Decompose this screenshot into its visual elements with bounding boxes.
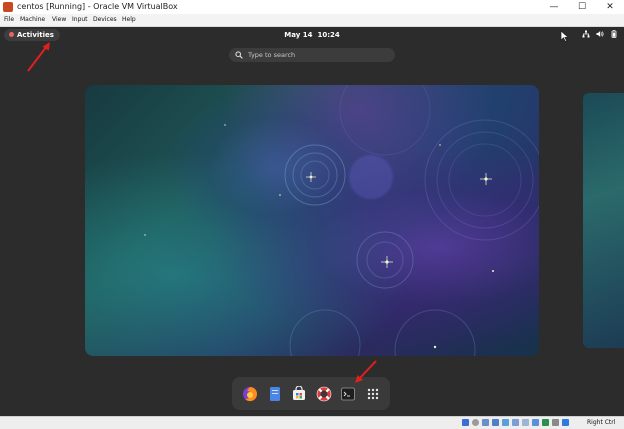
menu-machine[interactable]: Machine <box>20 14 45 26</box>
menu-input[interactable]: Input <box>72 14 88 26</box>
shared-folders-icon[interactable] <box>512 419 519 426</box>
recording-icon[interactable] <box>532 419 539 426</box>
host-key-label: Right Ctrl <box>587 419 616 426</box>
wallpaper-art <box>144 85 539 356</box>
firefox-icon[interactable] <box>242 386 258 402</box>
clock[interactable]: May 14 10:24 <box>0 29 624 41</box>
menu-file[interactable]: File <box>4 14 14 26</box>
window-title-bar: centos [Running] - Oracle VM VirtualBox … <box>0 0 624 14</box>
optical-drive-icon[interactable] <box>472 419 479 426</box>
keyboard-capture-icon[interactable] <box>562 419 569 426</box>
volume-icon <box>596 31 604 37</box>
close-button[interactable]: ✕ <box>596 0 624 14</box>
workspace-thumbnail[interactable] <box>85 85 539 356</box>
app-grid-icon[interactable] <box>365 386 381 402</box>
mouse-integration-icon[interactable] <box>552 419 559 426</box>
audio-icon[interactable] <box>482 419 489 426</box>
guest-desktop: Activities May 14 10:24 <box>0 27 624 416</box>
search-input[interactable] <box>248 48 388 62</box>
usb-icon[interactable] <box>502 419 509 426</box>
vbox-device-indicators[interactable] <box>462 419 569 427</box>
window-title: centos [Running] - Oracle VM VirtualBox <box>17 2 178 11</box>
next-workspace-thumbnail[interactable] <box>583 93 624 348</box>
files-icon[interactable] <box>267 386 283 402</box>
display-icon[interactable] <box>522 419 529 426</box>
maximize-button[interactable]: ☐ <box>568 0 596 14</box>
menu-help[interactable]: Help <box>122 14 136 26</box>
terminal-icon[interactable] <box>340 386 356 402</box>
mouse-cursor-icon <box>560 30 569 42</box>
search-icon <box>235 51 243 59</box>
software-icon[interactable] <box>291 386 307 402</box>
search-field[interactable] <box>229 48 395 62</box>
clock-time: 10:24 <box>317 31 340 39</box>
hard-disk-icon[interactable] <box>462 419 469 426</box>
vbox-status-bar: Right Ctrl <box>0 416 624 429</box>
battery-icon <box>611 30 617 38</box>
virtualization-icon[interactable] <box>542 419 549 426</box>
minimize-button[interactable]: — <box>540 0 568 14</box>
help-icon[interactable] <box>316 386 332 402</box>
clock-date: May 14 <box>284 31 313 39</box>
menu-view[interactable]: View <box>52 14 66 26</box>
menu-devices[interactable]: Devices <box>93 14 117 26</box>
network-adapter-icon[interactable] <box>492 419 499 426</box>
vbox-menu-bar: File Machine View Input Devices Help <box>0 14 624 27</box>
annotation-arrow-terminal <box>355 360 377 383</box>
virtualbox-app-icon <box>3 2 13 12</box>
network-icon <box>582 30 590 38</box>
system-tray[interactable] <box>582 30 618 40</box>
annotation-arrow-activities <box>27 42 50 72</box>
